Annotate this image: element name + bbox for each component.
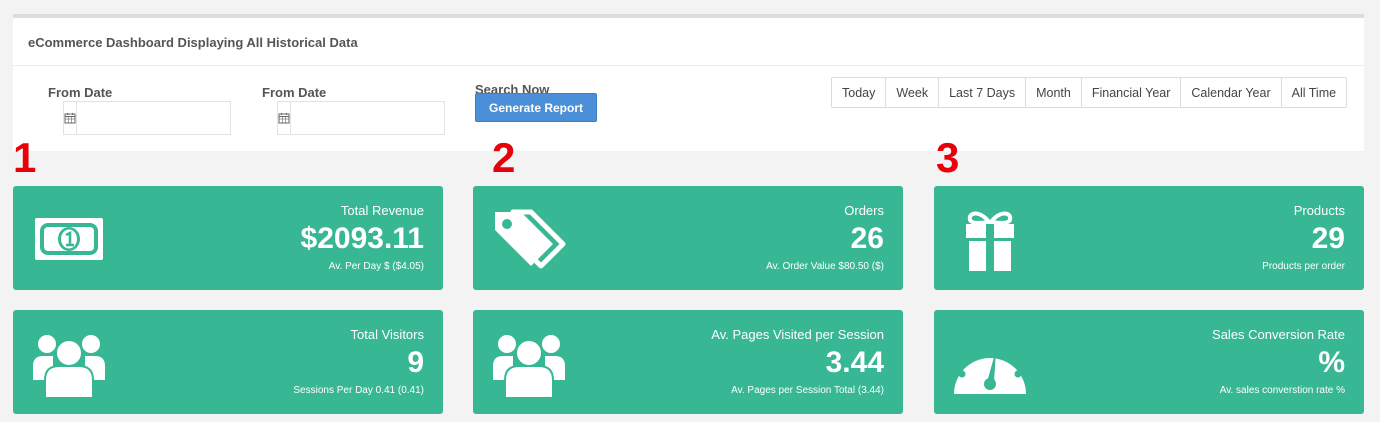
gift-icon <box>952 208 1028 274</box>
card-title: Products <box>1293 203 1345 218</box>
card-title: Total Visitors <box>350 327 424 342</box>
card-value: 9 <box>407 346 424 379</box>
from-date-label-2: From Date <box>262 85 327 100</box>
annotation-marker-2: 2 <box>492 134 516 181</box>
from-date-field-2[interactable] <box>291 102 458 134</box>
users-icon <box>31 332 107 399</box>
from-date-picker-2[interactable] <box>277 101 458 135</box>
card-title: Sales Conversion Rate <box>1212 327 1345 342</box>
card-subtitle: Products per order <box>1262 261 1345 272</box>
card-value: $2093.11 <box>300 222 424 255</box>
range-last-7-days-button[interactable]: Last 7 Days <box>939 78 1027 107</box>
card-value: 29 <box>1311 222 1345 255</box>
from-date-picker[interactable] <box>63 101 244 135</box>
dashboard-panel: eCommerce Dashboard Displaying All Histo… <box>13 14 1364 151</box>
pages-per-session-card: Av. Pages Visited per Session 3.44 Av. P… <box>473 310 903 414</box>
dashboard-gauge-icon <box>952 332 1028 398</box>
card-title: Av. Pages Visited per Session <box>711 327 884 342</box>
panel-divider <box>13 65 1364 66</box>
panel-title: eCommerce Dashboard Displaying All Histo… <box>28 35 358 50</box>
generate-report-button[interactable]: Generate Report <box>475 93 597 122</box>
total-revenue-card: Total Revenue $2093.11 Av. Per Day $ ($4… <box>13 186 443 290</box>
sales-conversion-card: Sales Conversion Rate % Av. sales conver… <box>934 310 1364 414</box>
card-title: Total Revenue <box>340 203 424 218</box>
card-title: Orders <box>844 203 884 218</box>
date-range-button-group: Today Week Last 7 Days Month Financial Y… <box>831 77 1348 108</box>
from-date-field[interactable] <box>77 102 244 134</box>
products-card: Products 29 Products per order <box>934 186 1364 290</box>
from-date-label: From Date <box>48 85 113 100</box>
annotation-marker-1: 1 <box>13 134 37 181</box>
calendar-icon[interactable] <box>64 102 77 134</box>
range-today-button[interactable]: Today <box>832 78 887 107</box>
card-subtitle: Av. Per Day $ ($4.05) <box>328 261 424 272</box>
calendar-icon[interactable] <box>278 102 291 134</box>
card-subtitle: Sessions Per Day 0.41 (0.41) <box>293 385 424 396</box>
card-value: 26 <box>850 222 884 255</box>
card-value: 3.44 <box>825 346 884 379</box>
range-week-button[interactable]: Week <box>886 78 940 107</box>
total-visitors-card: Total Visitors 9 Sessions Per Day 0.41 (… <box>13 310 443 414</box>
orders-card: Orders 26 Av. Order Value $80.50 ($) <box>473 186 903 290</box>
users-icon <box>491 332 567 399</box>
tags-icon <box>491 208 567 274</box>
card-subtitle: Av. Pages per Session Total (3.44) <box>731 385 884 396</box>
card-value: % <box>1318 346 1345 379</box>
card-subtitle: Av. Order Value $80.50 ($) <box>766 261 884 272</box>
money-bill-icon <box>31 208 107 274</box>
annotation-marker-3: 3 <box>936 134 960 181</box>
range-all-time-button[interactable]: All Time <box>1281 78 1347 107</box>
card-subtitle: Av. sales converstion rate % <box>1219 385 1345 396</box>
range-calendar-year-button[interactable]: Calendar Year <box>1181 78 1282 107</box>
range-month-button[interactable]: Month <box>1026 78 1082 107</box>
range-financial-year-button[interactable]: Financial Year <box>1081 78 1182 107</box>
